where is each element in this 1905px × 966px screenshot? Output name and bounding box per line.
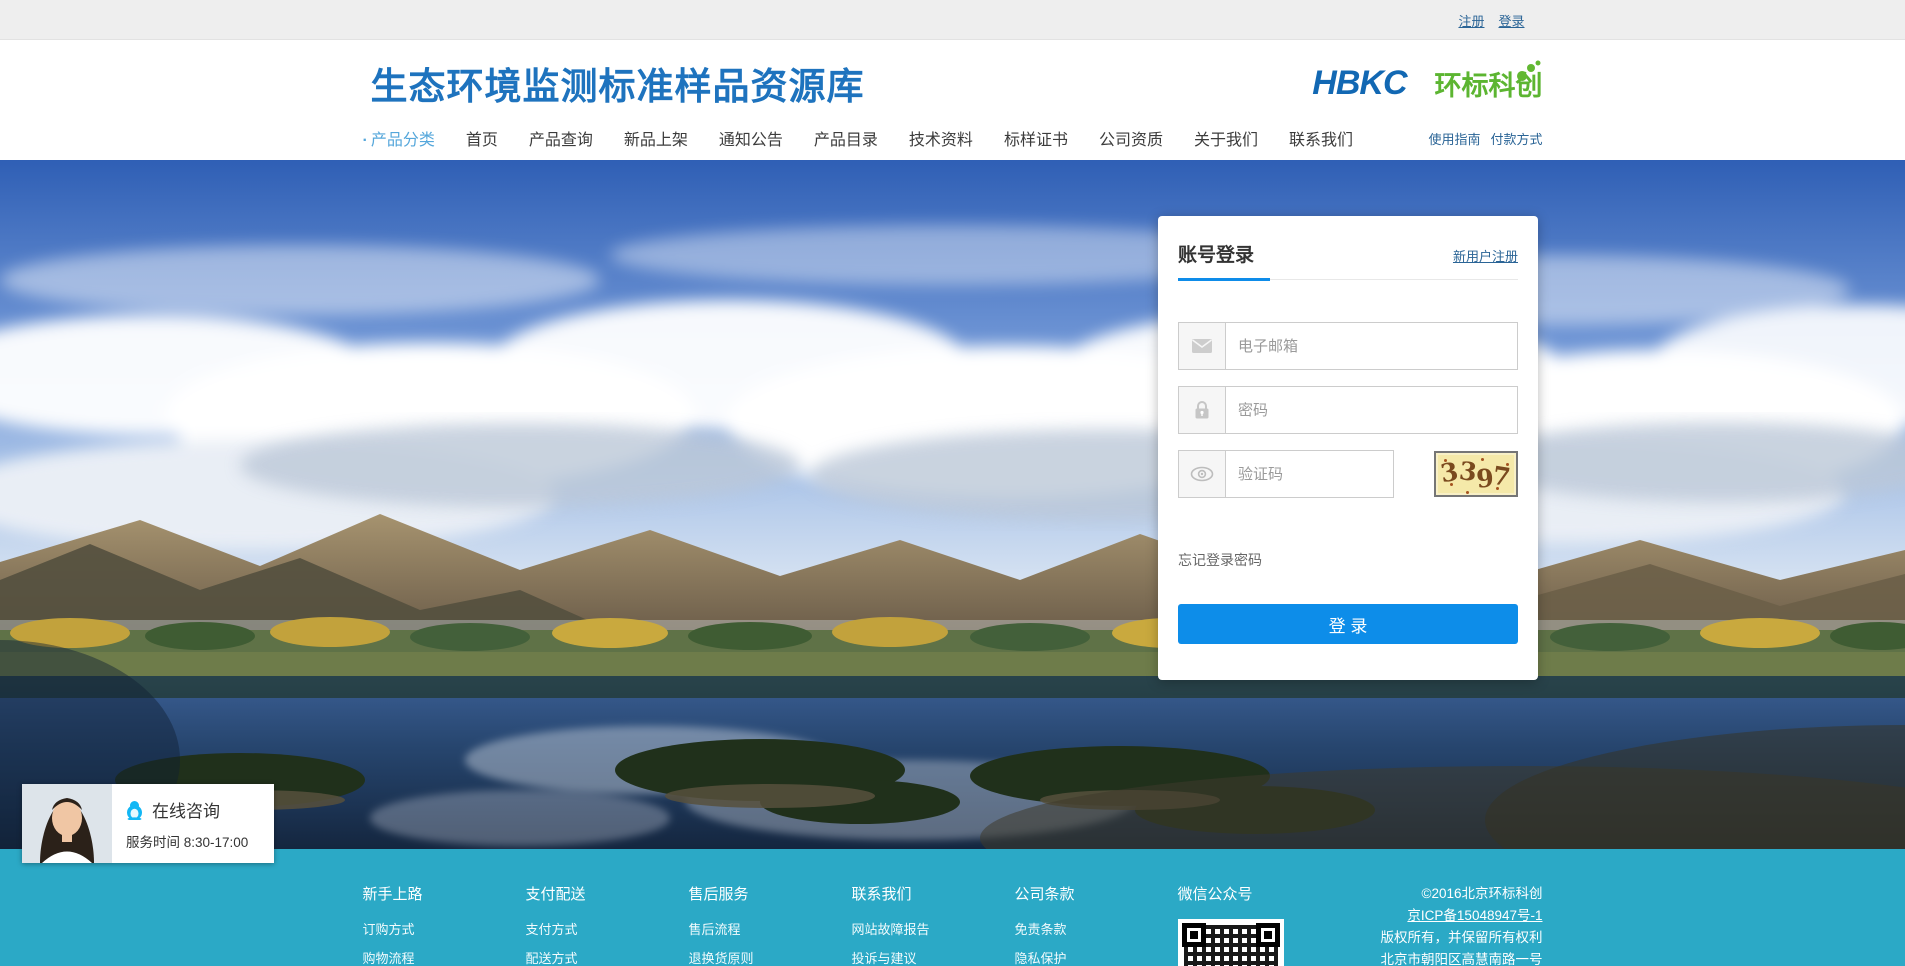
topbar-links: 注册 登录 (1458, 0, 1524, 40)
company-logo: HBKC 环标科创 (1312, 64, 1542, 103)
footer-col-terms: 公司条款 免责条款 隐私保护 (1015, 883, 1178, 966)
captcha-field[interactable] (1226, 451, 1393, 497)
footer-col-beginners: 新手上路 订购方式 购物流程 (363, 883, 526, 966)
footer-link-site-fault-report[interactable]: 网站故障报告 (852, 919, 1015, 938)
footer-link-payment-method[interactable]: 支付方式 (526, 919, 689, 938)
nav-item-product-categories[interactable]: ·产品分类 (363, 126, 435, 150)
email-field-row (1178, 322, 1518, 370)
footer-heading: 支付配送 (526, 883, 689, 904)
nav-item-home[interactable]: 首页 (466, 126, 498, 150)
qq-penguin-icon (126, 800, 143, 820)
wechat-heading: 微信公众号 (1178, 883, 1348, 904)
footer-copyright: ©2016北京环标科创 京ICP备15048947号-1 版权所有，并保留所有权… (1348, 883, 1543, 966)
address-line: 北京市朝阳区高慧南路一号 (1348, 949, 1543, 966)
password-field[interactable] (1226, 387, 1517, 433)
logo-hbkc-text: HBKC (1312, 64, 1426, 103)
icp-license-link[interactable]: 京ICP备15048947号-1 (1407, 905, 1542, 927)
nav-right-links: 使用指南 付款方式 (1428, 129, 1542, 148)
landscape-background-image (0, 160, 1905, 849)
footer-heading: 联系我们 (852, 883, 1015, 904)
user-guide-link[interactable]: 使用指南 (1428, 129, 1480, 148)
footer-col-payment-delivery: 支付配送 支付方式 配送方式 (526, 883, 689, 966)
nav-item-product-catalog[interactable]: 产品目录 (814, 126, 878, 150)
register-link[interactable]: 注册 (1458, 11, 1484, 30)
hero-banner: 账号登录 新用户注册 3397 忘记登 (0, 160, 1905, 849)
top-bar: 注册 登录 (0, 0, 1905, 40)
wechat-qr-code (1178, 919, 1284, 966)
online-consult-widget[interactable]: 在线咨询 服务时间 8:30-17:00 (22, 784, 274, 863)
envelope-icon (1179, 323, 1226, 369)
forgot-password-link[interactable]: 忘记登录密码 (1178, 550, 1262, 570)
nav-item-about-us[interactable]: 关于我们 (1194, 126, 1258, 150)
consult-title: 在线咨询 (152, 797, 220, 822)
consult-hours: 服务时间 8:30-17:00 (126, 831, 274, 851)
nav-item-contact-us[interactable]: 联系我们 (1289, 126, 1353, 150)
captcha-image[interactable]: 3397 (1434, 451, 1518, 497)
footer-heading: 新手上路 (363, 883, 526, 904)
footer-link-privacy[interactable]: 隐私保护 (1015, 948, 1178, 966)
new-user-register-link[interactable]: 新用户注册 (1453, 246, 1518, 267)
footer-link-disclaimer[interactable]: 免责条款 (1015, 919, 1178, 938)
footer-link-service-process[interactable]: 售后流程 (689, 919, 852, 938)
nav-item-certificates[interactable]: 标样证书 (1004, 126, 1068, 150)
email-field[interactable] (1226, 323, 1517, 369)
footer-link-order-method[interactable]: 订购方式 (363, 919, 526, 938)
consult-info: 在线咨询 服务时间 8:30-17:00 (112, 784, 274, 863)
nav-item-qualifications[interactable]: 公司资质 (1099, 126, 1163, 150)
footer-link-complaints[interactable]: 投诉与建议 (852, 948, 1015, 966)
nav-item-technical-docs[interactable]: 技术资料 (909, 126, 973, 150)
footer-heading: 公司条款 (1015, 883, 1178, 904)
login-heading: 账号登录 (1178, 240, 1254, 267)
eye-icon (1179, 451, 1226, 497)
lock-icon (1179, 387, 1226, 433)
page-title: 生态环境监测标准样品资源库 (371, 56, 865, 110)
nav-item-announcements[interactable]: 通知公告 (719, 126, 783, 150)
login-panel-header: 账号登录 新用户注册 (1178, 216, 1518, 280)
copyright-line: ©2016北京环标科创 (1348, 883, 1543, 905)
active-tab-underline (1178, 278, 1270, 281)
footer-col-wechat: 微信公众号 (1178, 883, 1348, 966)
logo-dots-icon (1515, 60, 1541, 82)
agent-avatar (22, 784, 112, 863)
nav-item-new-arrivals[interactable]: 新品上架 (624, 126, 688, 150)
login-panel: 账号登录 新用户注册 3397 忘记登 (1158, 216, 1538, 680)
login-submit-button[interactable]: 登 录 (1178, 604, 1518, 644)
header: 生态环境监测标准样品资源库 HBKC 环标科创 ·产品分类 首页 产品查询 新品… (0, 40, 1905, 160)
active-bullet-icon: · (363, 132, 368, 149)
nav-item-product-search[interactable]: 产品查询 (529, 126, 593, 150)
footer-link-return-policy[interactable]: 退换货原则 (689, 948, 852, 966)
payment-methods-link[interactable]: 付款方式 (1490, 129, 1542, 148)
footer-col-contact: 联系我们 网站故障报告 投诉与建议 (852, 883, 1015, 966)
footer-heading: 售后服务 (689, 883, 852, 904)
rights-line: 版权所有，并保留所有权利 (1348, 927, 1543, 949)
main-nav: ·产品分类 首页 产品查询 新品上架 通知公告 产品目录 技术资料 标样证书 公… (363, 126, 1543, 150)
footer-link-delivery-method[interactable]: 配送方式 (526, 948, 689, 966)
captcha-field-row (1178, 450, 1394, 498)
captcha-row: 3397 (1178, 450, 1518, 498)
footer: 新手上路 订购方式 购物流程 支付配送 支付方式 配送方式 售后服务 售后流程 … (0, 849, 1905, 966)
password-field-row (1178, 386, 1518, 434)
footer-col-after-sales: 售后服务 售后流程 退换货原则 (689, 883, 852, 966)
footer-link-shopping-process[interactable]: 购物流程 (363, 948, 526, 966)
login-link[interactable]: 登录 (1498, 11, 1524, 30)
